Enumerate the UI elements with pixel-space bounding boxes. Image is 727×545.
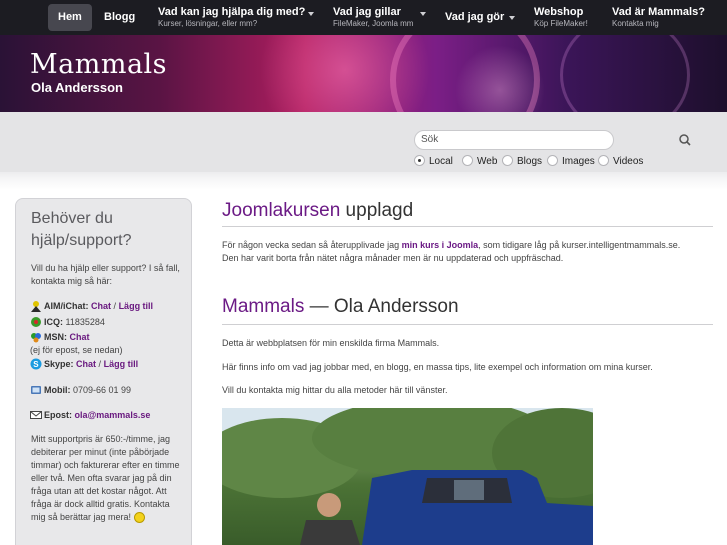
nav-help-title: Vad kan jag hjälpa dig med? — [158, 6, 306, 18]
nav-about-sub: Kontakta mig — [612, 19, 659, 28]
truck-photo — [222, 408, 593, 545]
header-banner: Mammals Ola Andersson — [0, 35, 727, 112]
nav-blog[interactable]: Blogg — [94, 4, 145, 31]
skype-icon: S — [30, 358, 42, 370]
nav-about-title: Vad är Mammals? — [612, 6, 705, 18]
nav-does-title: Vad jag gör — [445, 11, 505, 23]
phone-icon — [30, 384, 42, 396]
sidebar-intro: Vill du ha hjälp eller support? I så fal… — [31, 263, 180, 286]
nav-webshop[interactable]: Webshop Köp FileMaker! — [534, 4, 604, 31]
aim-icon — [30, 300, 42, 312]
post-mammals-p1: Detta är webbplatsen för min enskilda fi… — [222, 338, 440, 348]
search-input[interactable]: Sök — [414, 130, 614, 150]
contact-icq: ICQ: 11835284 — [30, 316, 105, 329]
chevron-down-icon — [420, 12, 426, 16]
radio-button-icon — [502, 154, 513, 166]
top-navigation: Hem Blogg Vad kan jag hjälpa dig med? Ku… — [0, 0, 727, 35]
email-icon — [30, 409, 42, 421]
search-icon — [679, 134, 691, 146]
joomla-course-link[interactable]: min kurs i Joomla — [402, 240, 479, 250]
aim-chat-link[interactable]: Chat — [91, 301, 111, 311]
msn-chat-link[interactable]: Chat — [70, 332, 90, 342]
skype-chat-link[interactable]: Chat — [76, 359, 96, 369]
radio-images[interactable]: Images — [547, 154, 595, 169]
support-sidebar: Behöver du hjälp/support? Vill du ha hjä… — [15, 198, 192, 545]
radio-blogs[interactable]: Blogs — [502, 154, 542, 169]
nav-help-sub: Kurser, lösningar, eller mm? — [158, 19, 258, 28]
nav-webshop-title: Webshop — [534, 6, 584, 18]
divider — [222, 226, 713, 227]
banner-decoration — [560, 35, 690, 112]
skype-add-link[interactable]: Lägg till — [104, 359, 139, 369]
site-subtitle: Ola Andersson — [31, 80, 123, 95]
smiley-icon — [133, 512, 145, 524]
chevron-down-icon — [308, 12, 314, 16]
post-joomla-body: För någon vecka sedan så återupplivade j… — [222, 240, 681, 263]
contact-mobile: Mobil: 0709-66 01 99 — [30, 384, 131, 397]
contact-msn: MSN: Chat — [30, 331, 90, 344]
post-title-mammals[interactable]: Mammals — Ola Andersson — [222, 296, 459, 318]
radio-button-icon — [414, 154, 425, 166]
radio-local[interactable]: Local — [414, 154, 453, 169]
aim-add-link[interactable]: Lägg till — [119, 301, 154, 311]
divider — [222, 324, 713, 325]
nav-likes-title: Vad jag gillar — [333, 6, 401, 18]
radio-web[interactable]: Web — [462, 154, 497, 169]
nav-home[interactable]: Hem — [48, 4, 92, 31]
radio-button-icon — [462, 154, 473, 166]
search-placeholder: Sök — [421, 134, 439, 145]
site-title[interactable]: Mammals — [30, 49, 167, 80]
radio-button-icon — [598, 154, 609, 166]
nav-does[interactable]: Vad jag gör — [445, 4, 525, 31]
support-pricing: Mitt supportpris är 650:-/timme, jag deb… — [31, 434, 180, 524]
nav-likes[interactable]: Vad jag gillar FileMaker, Joomla mm — [333, 4, 433, 31]
email-link[interactable]: ola@mammals.se — [75, 410, 151, 420]
post-mammals-p2: Här finns info om vad jag jobbar med, en… — [222, 362, 653, 372]
post-mammals-p3: Vill du kontakta mig hittar du alla meto… — [222, 385, 448, 395]
nav-help[interactable]: Vad kan jag hjälpa dig med? Kurser, lösn… — [158, 4, 318, 31]
nav-webshop-sub: Köp FileMaker! — [534, 19, 588, 28]
sidebar-title: Behöver du hjälp/support? — [31, 210, 132, 249]
icq-number: 11835284 — [65, 317, 105, 327]
contact-aim: AIM/iChat: Chat / Lägg till — [30, 300, 153, 313]
chevron-down-icon — [509, 16, 515, 20]
contact-skype: S Skype: Chat / Lägg till — [30, 358, 138, 371]
search-button[interactable] — [674, 130, 696, 150]
post-title-joomla[interactable]: Joomlakursen upplagd — [222, 200, 413, 222]
radio-button-icon — [547, 154, 558, 166]
contact-email: Epost: ola@mammals.se — [30, 409, 150, 422]
nav-about[interactable]: Vad är Mammals? Kontakta mig — [612, 4, 722, 31]
nav-likes-sub: FileMaker, Joomla mm — [333, 19, 414, 28]
icq-flower-icon — [30, 316, 42, 328]
mobile-number: 0709-66 01 99 — [73, 385, 132, 395]
msn-note: (ej för epost, se nedan) — [30, 345, 123, 355]
msn-icon — [30, 331, 42, 343]
svg-text:S: S — [33, 360, 39, 369]
divider-band — [0, 172, 727, 190]
truck-illustration — [222, 408, 593, 545]
radio-videos[interactable]: Videos — [598, 154, 643, 169]
